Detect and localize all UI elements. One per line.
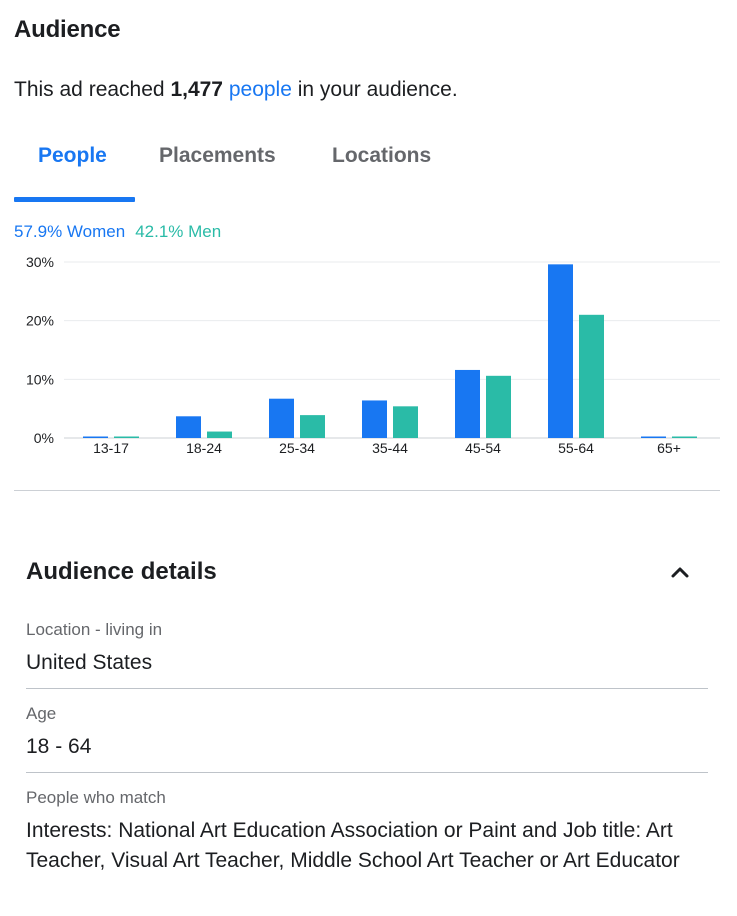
tab-people[interactable]: People [38,144,107,168]
reach-suffix: in your audience. [291,78,458,101]
tab-locations[interactable]: Locations [332,144,431,168]
bar-women [548,264,573,438]
field-people-who-match: People who match Interests: National Art… [26,788,708,876]
audience-tabs: People Placements Locations [14,130,720,202]
section-divider [14,490,720,491]
field-age-value: 18 - 64 [26,735,92,758]
field-divider [26,772,708,773]
audience-details-title: Audience details [26,558,217,585]
y-tick-label: 20% [26,313,54,329]
field-match-label: People who match [26,788,166,807]
field-location: Location - living in United States [26,620,708,689]
field-location-value: United States [26,651,153,674]
bar-men [486,375,511,438]
bar-men [114,436,139,438]
gender-legend: 57.9% Women 42.1% Men [14,222,221,242]
age-gender-bar-chart: 0% 10% 20% 30% 13-17 18-24 25-34 35-44 45-54 55-6… [26,254,720,456]
bar-men [672,436,697,438]
active-tab-indicator [14,197,135,202]
x-tick-label: 13-17 [93,440,129,456]
bar-women [269,398,294,438]
bar-men [207,431,232,438]
audience-title: Audience [14,16,121,43]
reach-count: 1,477 [170,78,223,101]
bar-women [455,369,480,438]
x-tick-label: 55-64 [558,440,594,456]
field-age-label: Age [26,704,57,723]
bar-women [176,416,201,438]
field-age: Age 18 - 64 [26,704,708,773]
x-tick-label: 25-34 [279,440,315,456]
x-tick-label: 35-44 [372,440,408,456]
x-tick-label: 45-54 [465,440,501,456]
tab-placements[interactable]: Placements [159,144,276,168]
bar-men [393,406,418,438]
legend-men: 42.1% Men [135,222,222,241]
field-location-label: Location - living in [26,620,163,639]
bar-women [83,436,108,438]
chevron-up-icon[interactable] [668,562,692,582]
x-tick-label: 18-24 [186,440,222,456]
y-tick-label: 10% [26,371,54,387]
bar-women [641,436,666,438]
field-divider [26,688,708,689]
y-tick-label: 0% [34,430,54,446]
x-tick-label: 65+ [657,440,681,456]
field-match-value: Interests: National Art Education Associ… [26,819,680,872]
bar-men [579,314,604,438]
legend-women: 57.9% Women [14,222,126,241]
bar-women [362,400,387,438]
reach-summary: This ad reached 1,477 people in your aud… [14,78,458,102]
bar-men [300,415,325,438]
reach-prefix: This ad reached [14,78,171,101]
people-link[interactable]: people [229,78,292,101]
y-tick-label: 30% [26,254,54,270]
